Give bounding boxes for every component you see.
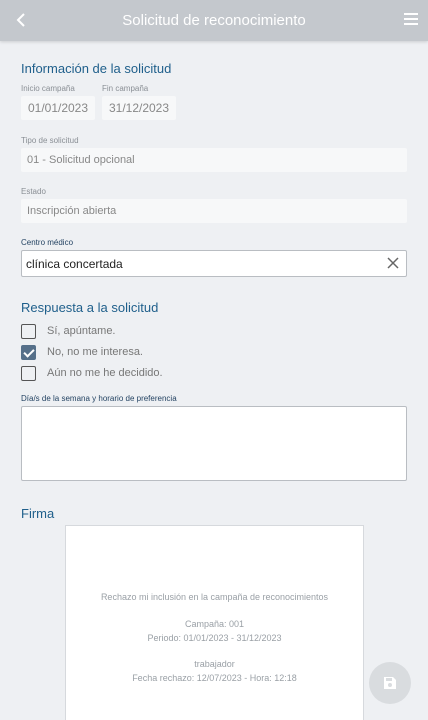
- option-undecided[interactable]: Aún no me he decidido.: [21, 365, 163, 381]
- preference-textarea[interactable]: [21, 406, 407, 481]
- option-label: Aún no me he decidido.: [47, 367, 163, 379]
- start-date-field: 01/01/2023: [21, 96, 95, 120]
- signature-line-worker: trabajador: [194, 659, 235, 669]
- info-section-title: Información de la solicitud: [21, 61, 172, 76]
- checkbox[interactable]: [21, 365, 36, 381]
- clear-icon[interactable]: [386, 256, 400, 270]
- option-no[interactable]: No, no me interesa.: [21, 344, 143, 360]
- app-bar: Solicitud de reconocimiento: [0, 0, 428, 41]
- end-date-field: 31/12/2023: [102, 96, 176, 120]
- request-type-label: Tipo de solicitud: [21, 136, 79, 145]
- option-yes[interactable]: Sí, apúntame.: [21, 323, 116, 339]
- option-label: No, no me interesa.: [47, 346, 143, 358]
- medical-center-value: clínica concertada: [26, 256, 123, 271]
- preference-label: Día/s de la semana y horario de preferen…: [21, 394, 177, 403]
- page-title: Solicitud de reconocimiento: [122, 12, 306, 29]
- medical-center-input[interactable]: clínica concertada: [21, 250, 407, 277]
- option-label: Sí, apúntame.: [47, 325, 116, 337]
- response-section-title: Respuesta a la solicitud: [21, 300, 159, 315]
- save-button[interactable]: [369, 662, 411, 704]
- start-date-label: Inicio campaña: [21, 84, 75, 93]
- save-icon: [384, 677, 396, 689]
- request-type-field: 01 - Solicitud opcional: [21, 148, 407, 172]
- signature-panel: Rechazo mi inclusión en la campaña de re…: [65, 525, 364, 720]
- medical-center-label: Centro médico: [21, 238, 74, 247]
- checkbox[interactable]: [21, 323, 36, 339]
- status-field: Inscripción abierta: [21, 199, 407, 223]
- signature-line-campaign: Campaña: 001: [184, 619, 245, 629]
- chevron-left-icon[interactable]: [10, 8, 34, 32]
- end-date-label: Fin campaña: [102, 84, 149, 93]
- signature-line-rejection: Rechazo mi inclusión en la campaña de re…: [100, 592, 329, 602]
- hamburger-menu-icon[interactable]: [404, 13, 418, 25]
- status-label: Estado: [21, 187, 46, 196]
- signature-line-date: Fecha rechazo: 12/07/2023 - Hora: 12:18: [132, 673, 297, 683]
- signature-line-period: Periodo: 01/01/2023 - 31/12/2023: [147, 633, 282, 643]
- signature-section-title: Firma: [21, 506, 55, 521]
- checkbox-checked[interactable]: [21, 344, 36, 360]
